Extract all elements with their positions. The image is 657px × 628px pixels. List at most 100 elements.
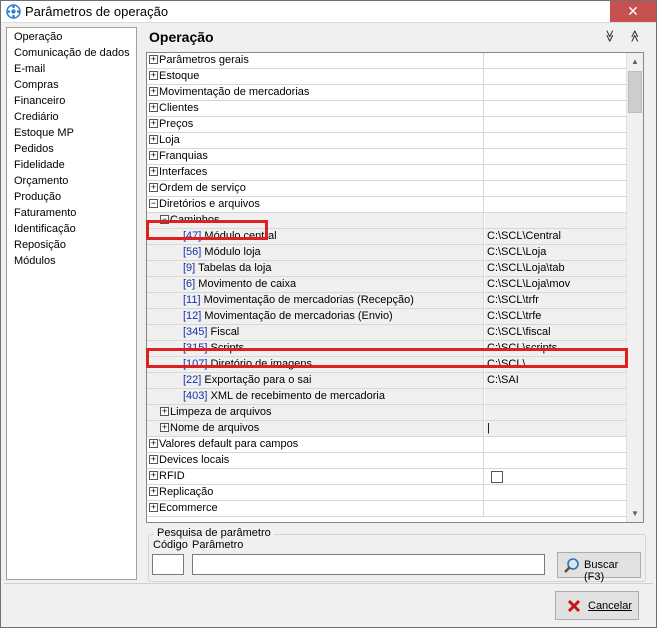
code-input[interactable] (152, 554, 184, 575)
expand-icon[interactable]: + (149, 70, 158, 80)
param-name-cell[interactable]: [403] XML de recebimento de mercadoria (147, 389, 484, 404)
expand-icon[interactable]: + (149, 470, 158, 480)
param-value-cell[interactable] (485, 133, 628, 148)
param-name-cell[interactable]: + Limpeza de arquivos (147, 405, 484, 420)
grid-row[interactable]: [22] Exportação para o sai C:\SAI (147, 373, 628, 389)
collapse-icon[interactable]: − (149, 198, 158, 208)
grid-row[interactable]: + Ecommerce (147, 501, 628, 517)
grid-row[interactable]: [12] Movimentação de mercadorias (Envio)… (147, 309, 628, 325)
param-value-cell[interactable] (485, 85, 628, 100)
param-value-cell[interactable] (485, 197, 628, 212)
param-value-cell[interactable] (485, 501, 628, 516)
expand-all-icon[interactable]: ≪ (626, 28, 642, 44)
param-value-cell[interactable] (485, 101, 628, 116)
param-value-cell[interactable] (485, 117, 628, 132)
grid-row[interactable]: [9] Tabelas da loja C:\SCL\Loja\tab (147, 261, 628, 277)
grid-row[interactable]: [403] XML de recebimento de mercadoria (147, 389, 628, 405)
param-value-cell[interactable] (485, 437, 628, 452)
expand-icon[interactable]: + (149, 486, 158, 496)
param-value-cell[interactable]: C:\SCL\trfr (485, 293, 628, 308)
grid-row[interactable]: + Nome de arquivos | (147, 421, 628, 437)
param-name-cell[interactable]: [6] Movimento de caixa (147, 277, 484, 292)
sidebar-item[interactable]: Identificação (14, 221, 76, 237)
grid-row[interactable]: + RFID (147, 469, 628, 485)
sidebar-item[interactable]: Compras (14, 77, 59, 93)
expand-icon[interactable]: + (149, 438, 158, 448)
expand-icon[interactable]: + (149, 118, 158, 128)
scroll-thumb[interactable] (628, 71, 642, 113)
grid-row[interactable]: + Parâmetros gerais (147, 53, 628, 69)
grid-row[interactable]: [345] Fiscal C:\SCL\fiscal (147, 325, 628, 341)
param-name-cell[interactable]: − Diretórios e arquivos (147, 197, 484, 212)
param-name-cell[interactable]: [9] Tabelas da loja (147, 261, 484, 276)
grid-row[interactable]: [56] Módulo loja C:\SCL\Loja (147, 245, 628, 261)
grid-row[interactable]: [11] Movimentação de mercadorias (Recepç… (147, 293, 628, 309)
param-value-cell[interactable]: | (485, 421, 628, 436)
param-name-cell[interactable]: + Franquias (147, 149, 484, 164)
grid-row[interactable]: + Interfaces (147, 165, 628, 181)
grid-scrollbar[interactable]: ▲ ▼ (626, 53, 643, 522)
param-value-cell[interactable] (485, 69, 628, 84)
param-name-cell[interactable]: + RFID (147, 469, 484, 484)
param-name-cell[interactable]: + Ecommerce (147, 501, 484, 516)
expand-icon[interactable]: + (149, 150, 158, 160)
sidebar-item[interactable]: Financeiro (14, 93, 65, 109)
param-value-cell[interactable]: C:\SCL\trfe (485, 309, 628, 324)
expand-icon[interactable]: + (149, 54, 158, 64)
expand-icon[interactable]: + (149, 182, 158, 192)
param-name-cell[interactable]: [56] Módulo loja (147, 245, 484, 260)
param-name-cell[interactable]: [345] Fiscal (147, 325, 484, 340)
sidebar-item[interactable]: Crediário (14, 109, 59, 125)
param-name-cell[interactable]: + Ordem de serviço (147, 181, 484, 196)
param-value-cell[interactable] (485, 405, 628, 420)
grid-row[interactable]: + Estoque (147, 69, 628, 85)
grid-row[interactable]: + Loja (147, 133, 628, 149)
grid-row[interactable]: [6] Movimento de caixa C:\SCL\Loja\mov (147, 277, 628, 293)
sidebar-item[interactable]: E-mail (14, 61, 45, 77)
grid-row[interactable]: + Devices locais (147, 453, 628, 469)
sidebar-item[interactable]: Faturamento (14, 205, 76, 221)
param-value-cell[interactable] (485, 213, 628, 228)
collapse-all-icon[interactable]: ≫ (601, 28, 617, 44)
param-value-cell[interactable]: C:\SCL\Central (485, 229, 628, 244)
sidebar-item[interactable]: Comunicação de dados (14, 45, 130, 61)
close-button[interactable]: ✕ (610, 1, 656, 22)
param-name-cell[interactable]: + Interfaces (147, 165, 484, 180)
grid-row[interactable]: + Replicação (147, 485, 628, 501)
param-name-cell[interactable]: + Clientes (147, 101, 484, 116)
sidebar-item[interactable]: Produção (14, 189, 61, 205)
param-name-cell[interactable]: + Replicação (147, 485, 484, 500)
param-value-cell[interactable] (485, 389, 628, 404)
expand-icon[interactable]: + (149, 102, 158, 112)
grid-row[interactable]: + Limpeza de arquivos (147, 405, 628, 421)
sidebar-item[interactable]: Estoque MP (14, 125, 74, 141)
scroll-down-icon[interactable]: ▼ (627, 505, 643, 522)
sidebar-item[interactable]: Orçamento (14, 173, 68, 189)
sidebar-item[interactable]: Pedidos (14, 141, 54, 157)
cancel-button[interactable]: Cancelar (555, 591, 639, 620)
param-value-cell[interactable] (485, 453, 628, 468)
param-value-cell[interactable]: C:\SCL\Loja\mov (485, 277, 628, 292)
expand-icon[interactable]: + (149, 454, 158, 464)
sidebar-item[interactable]: Operação (14, 29, 62, 45)
param-name-cell[interactable]: [22] Exportação para o sai (147, 373, 484, 388)
scroll-up-icon[interactable]: ▲ (627, 53, 643, 70)
param-value-cell[interactable] (485, 469, 628, 484)
expand-icon[interactable]: + (160, 422, 169, 432)
expand-icon[interactable]: + (149, 86, 158, 96)
param-name-cell[interactable]: + Nome de arquivos (147, 421, 484, 436)
title-bar[interactable]: Parâmetros de operação ✕ (1, 1, 656, 23)
expand-icon[interactable]: + (149, 166, 158, 176)
grid-row[interactable]: + Preços (147, 117, 628, 133)
param-name-cell[interactable]: + Estoque (147, 69, 484, 84)
param-name-cell[interactable]: + Devices locais (147, 453, 484, 468)
param-value-cell[interactable] (485, 485, 628, 500)
param-value-cell[interactable] (485, 181, 628, 196)
param-name-cell[interactable]: + Valores default para campos (147, 437, 484, 452)
sidebar-item[interactable]: Módulos (14, 253, 56, 269)
param-value-cell[interactable]: C:\SCL\Loja (485, 245, 628, 260)
param-value-cell[interactable] (485, 149, 628, 164)
grid-row[interactable]: + Ordem de serviço (147, 181, 628, 197)
param-name-cell[interactable]: + Preços (147, 117, 484, 132)
grid-row[interactable]: + Clientes (147, 101, 628, 117)
